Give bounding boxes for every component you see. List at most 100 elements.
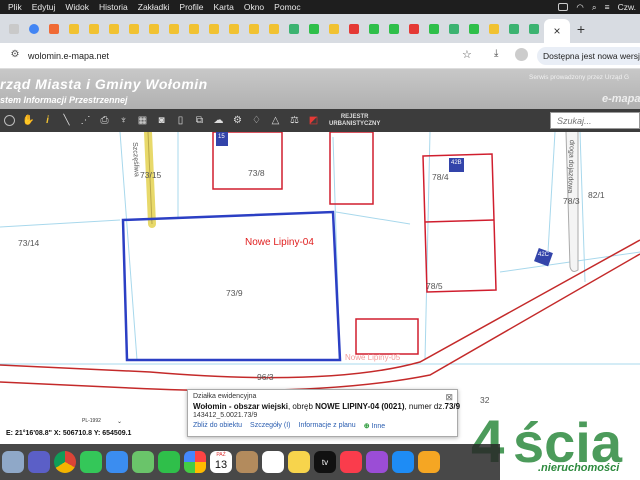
close-icon[interactable]: ⊠: [445, 392, 453, 403]
tab[interactable]: [124, 19, 144, 39]
tab[interactable]: [164, 19, 184, 39]
tab[interactable]: [524, 19, 544, 39]
calendar-icon[interactable]: PAŹ 13: [210, 451, 232, 473]
coordinate-system-dropdown[interactable]: ⌄: [117, 418, 122, 425]
menu-okno[interactable]: Okno: [244, 2, 264, 12]
marker-tool-button[interactable]: ♆: [114, 109, 133, 132]
tab[interactable]: [204, 19, 224, 39]
tab[interactable]: [424, 19, 444, 39]
legend-tool-button[interactable]: ▯: [171, 109, 190, 132]
tab[interactable]: [224, 19, 244, 39]
reminders-icon[interactable]: [262, 451, 284, 473]
chrome-icon[interactable]: [54, 451, 76, 473]
photos-icon[interactable]: [184, 451, 206, 473]
messages-icon[interactable]: [80, 451, 102, 473]
other-link[interactable]: ⊕ Inne: [364, 422, 385, 430]
comment-tool-button[interactable]: ◙: [152, 109, 171, 132]
wifi-icon[interactable]: ◠: [576, 2, 583, 13]
parcel-label[interactable]: 73/9: [226, 288, 243, 298]
tab[interactable]: [144, 19, 164, 39]
grid-tool-button[interactable]: ▦: [133, 109, 152, 132]
control-center-icon[interactable]: ≡: [605, 2, 610, 12]
menu-karta[interactable]: Karta: [214, 2, 234, 12]
info-tool-button[interactable]: i: [38, 109, 57, 132]
tab[interactable]: [384, 19, 404, 39]
parcel-label[interactable]: 73/15: [140, 170, 161, 180]
scale-tool-button[interactable]: ⚖: [285, 109, 304, 132]
site-info-icon[interactable]: ⚙: [8, 49, 22, 63]
parcel-label[interactable]: 73/8: [248, 168, 265, 178]
cloud-tool-button[interactable]: ☁: [209, 109, 228, 132]
new-tab-button[interactable]: +: [570, 21, 592, 37]
menu-plik[interactable]: Plik: [8, 2, 22, 12]
measure-area-button[interactable]: ⋰: [76, 109, 95, 132]
bookmark-star-icon[interactable]: ☆: [462, 48, 472, 61]
parcel-label[interactable]: 78/5: [426, 281, 443, 291]
tab[interactable]: [284, 19, 304, 39]
download-icon[interactable]: ⤓: [494, 48, 498, 59]
tab[interactable]: [304, 19, 324, 39]
maps-icon[interactable]: [132, 451, 154, 473]
measure-tool-button[interactable]: ╲: [57, 109, 76, 132]
music-icon[interactable]: [340, 451, 362, 473]
filter-tool-button[interactable]: ♢: [247, 109, 266, 132]
menu-edytuj[interactable]: Edytuj: [32, 2, 56, 12]
menu-pomoc[interactable]: Pomoc: [274, 2, 300, 12]
teams-icon[interactable]: [28, 451, 50, 473]
search-input[interactable]: [550, 112, 640, 129]
launchpad-icon[interactable]: [2, 451, 24, 473]
tab[interactable]: [4, 19, 24, 39]
parcel-label[interactable]: 73/14: [18, 238, 39, 248]
settings-tool-button[interactable]: ⚙: [228, 109, 247, 132]
layers-tool-button[interactable]: ⧉: [190, 109, 209, 132]
profile-avatar[interactable]: [515, 48, 528, 61]
search-icon[interactable]: ⌕: [592, 2, 597, 13]
tab[interactable]: [24, 19, 44, 39]
tab[interactable]: [484, 19, 504, 39]
warning-tool-button[interactable]: △: [266, 109, 285, 132]
tab[interactable]: [504, 19, 524, 39]
urban-registry-button[interactable]: REJESTR URBANISTYCZNY: [329, 114, 380, 128]
menu-profile[interactable]: Profile: [179, 2, 203, 12]
update-available-button[interactable]: Dostępna jest nowa wersja: [537, 47, 640, 65]
tab[interactable]: [364, 19, 384, 39]
tab[interactable]: [244, 19, 264, 39]
notes-icon[interactable]: [288, 451, 310, 473]
tab[interactable]: [464, 19, 484, 39]
app-store-icon[interactable]: [392, 451, 414, 473]
menu-widok[interactable]: Widok: [65, 2, 89, 12]
url-field[interactable]: wolomin.e-mapa.net: [28, 51, 109, 61]
facetime-icon[interactable]: [158, 451, 180, 473]
menu-historia[interactable]: Historia: [99, 2, 128, 12]
battery-icon[interactable]: [558, 3, 569, 11]
plan-info-link[interactable]: Informacje z planu: [299, 422, 356, 430]
active-tab-close-button[interactable]: ×: [544, 19, 570, 43]
tab[interactable]: [64, 19, 84, 39]
brand-logo[interactable]: e-mapa: [602, 93, 640, 105]
parcel-label[interactable]: 78/3: [563, 196, 580, 206]
zoom-to-object-link[interactable]: Zbliż do obiektu: [193, 422, 242, 430]
print-tool-button[interactable]: ⎙: [95, 109, 114, 132]
selected-parcel[interactable]: [121, 210, 342, 362]
menu-zakladki[interactable]: Zakładki: [138, 2, 170, 12]
tab[interactable]: [324, 19, 344, 39]
tab[interactable]: [84, 19, 104, 39]
parcel-label[interactable]: 78/4: [432, 172, 449, 182]
tab[interactable]: [104, 19, 124, 39]
podcasts-icon[interactable]: [366, 451, 388, 473]
mail-icon[interactable]: [106, 451, 128, 473]
apple-tv-icon[interactable]: tv: [314, 451, 336, 473]
tab[interactable]: [44, 19, 64, 39]
notes-app-icon[interactable]: [236, 451, 258, 473]
clock[interactable]: Czw.: [618, 2, 636, 12]
details-link[interactable]: Szczegóły (I): [250, 422, 290, 430]
parcel-label[interactable]: 96/3: [257, 372, 274, 382]
tab[interactable]: [184, 19, 204, 39]
pages-icon[interactable]: [418, 451, 440, 473]
tab[interactable]: [264, 19, 284, 39]
flag-tool-button[interactable]: ◩: [304, 109, 323, 132]
parcel-label[interactable]: 82/1: [588, 190, 605, 200]
tab[interactable]: [444, 19, 464, 39]
tab[interactable]: [404, 19, 424, 39]
tab[interactable]: [344, 19, 364, 39]
